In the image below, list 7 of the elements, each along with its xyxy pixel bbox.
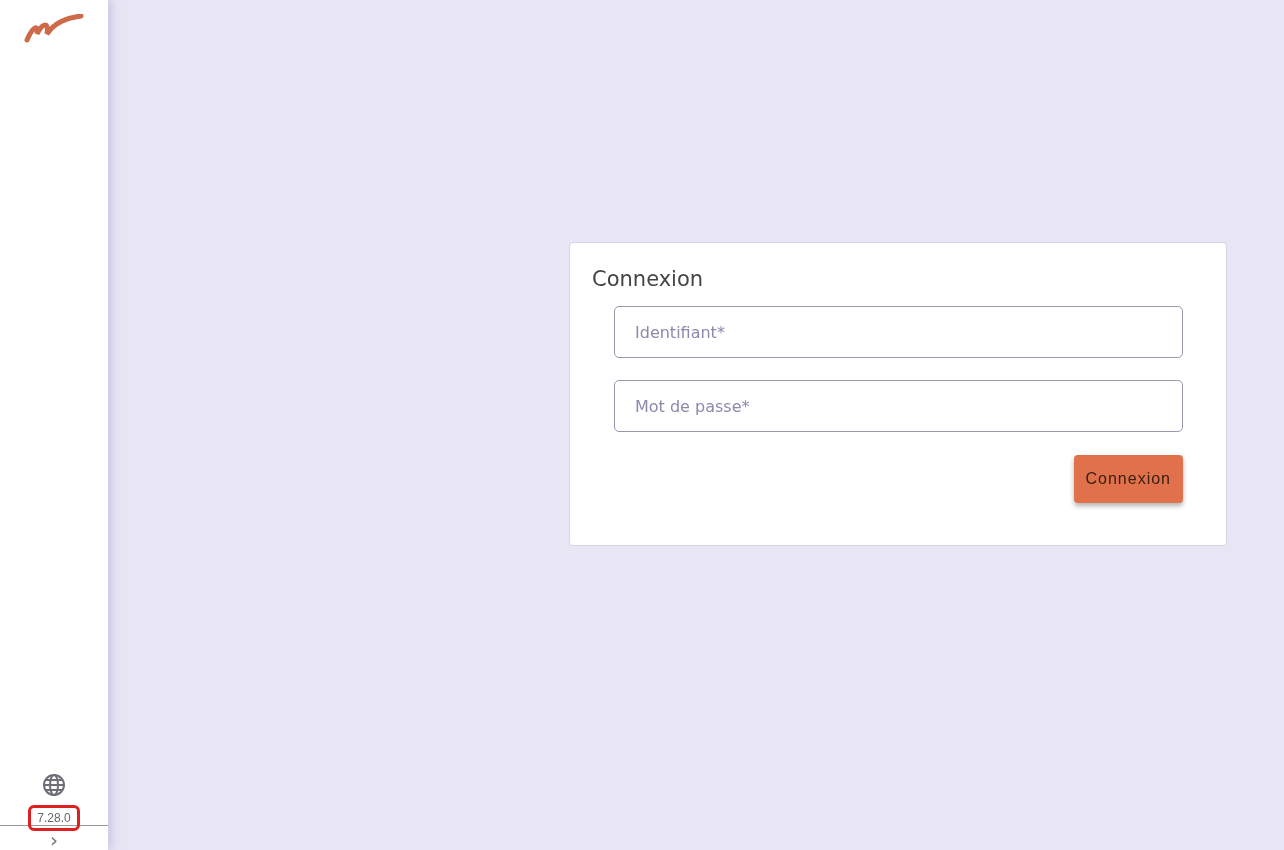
password-field[interactable]: Mot de passe*	[614, 380, 1183, 432]
card-title: Connexion	[592, 267, 705, 291]
globe-icon[interactable]	[42, 773, 66, 797]
username-field[interactable]: Identifiant*	[614, 306, 1183, 358]
logo-icon	[23, 14, 85, 44]
login-button[interactable]: Connexion	[1073, 455, 1183, 503]
expand-button[interactable]: ›	[46, 832, 62, 848]
